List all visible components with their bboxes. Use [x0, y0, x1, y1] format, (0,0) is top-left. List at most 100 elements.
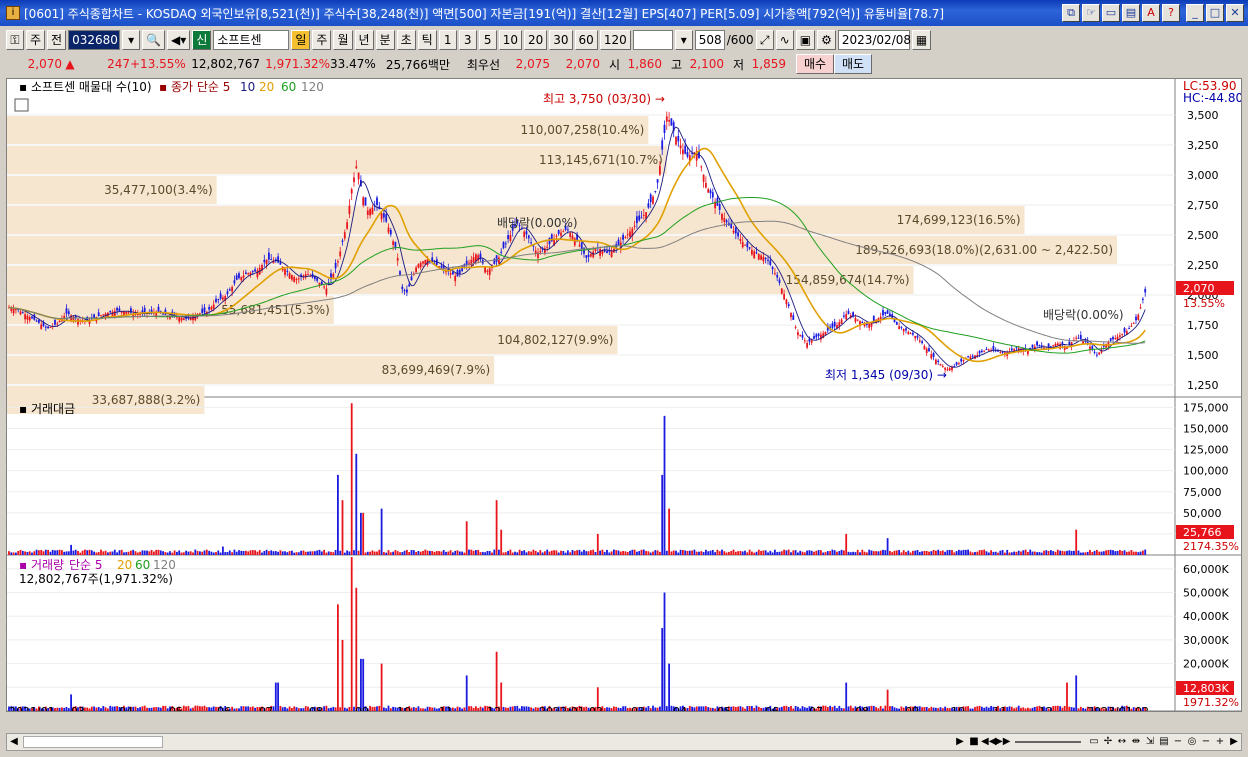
window-icon[interactable]: ▭ — [1102, 4, 1120, 22]
value-bar — [1054, 551, 1057, 555]
volume-bar — [617, 707, 620, 711]
candle-body — [840, 319, 843, 324]
plus-icon[interactable]: + — [1213, 735, 1227, 749]
volume-bar — [1059, 706, 1061, 711]
buy-button[interactable]: 매수 — [796, 54, 834, 74]
help-icon[interactable]: ? — [1162, 4, 1180, 22]
candle-body — [640, 217, 643, 219]
zoom-fit-icon[interactable]: ◎ — [1185, 735, 1199, 749]
dropdown2-icon[interactable]: ▾ — [674, 30, 693, 50]
zoom-icon[interactable]: ⤢ — [755, 30, 774, 50]
search-icon[interactable]: 🔍 — [142, 30, 166, 50]
candle-body — [1054, 343, 1057, 347]
value-bar — [981, 550, 983, 555]
candle-body — [999, 351, 1002, 353]
sell-button[interactable]: 매도 — [834, 54, 872, 74]
volume-bar — [1020, 707, 1022, 711]
num-3[interactable]: 3 — [458, 30, 477, 50]
link-icon[interactable]: ⧉ — [1062, 4, 1080, 22]
play-icon[interactable]: ▶ — [953, 735, 967, 749]
candle-body — [49, 326, 52, 328]
scroll-left-icon[interactable]: ◀ — [7, 735, 21, 749]
candle-body — [341, 240, 344, 242]
volume-bar — [251, 706, 254, 711]
chart-svg[interactable]: 110,007,258(10.4%) 113,145,671(10.7%) 35,4… — [7, 79, 1241, 711]
volume-bar — [886, 689, 889, 711]
value-bar — [1010, 552, 1013, 555]
scrollbar-thumb[interactable] — [23, 736, 163, 748]
minus-icon[interactable]: − — [1199, 735, 1213, 749]
hand-icon[interactable]: ☞ — [1082, 4, 1100, 22]
value-bar — [739, 550, 742, 555]
stock-name[interactable]: 소프트센 — [213, 30, 290, 50]
rewind-icon[interactable]: ◀◀ — [981, 735, 996, 749]
forward-icon[interactable]: ▶▶ — [995, 735, 1010, 749]
period-second[interactable]: 초 — [396, 30, 416, 50]
candle-body — [617, 239, 620, 246]
font-icon[interactable]: A — [1142, 4, 1160, 22]
print-icon[interactable]: ▤ — [1122, 4, 1140, 22]
speed-slider[interactable] — [1015, 741, 1081, 743]
expand-icon[interactable]: ⇲ — [1143, 735, 1157, 749]
volume-bar — [824, 705, 827, 711]
zoom-out-icon[interactable]: − — [1171, 735, 1185, 749]
value-bar — [585, 551, 588, 555]
close-icon[interactable]: ✕ — [1226, 4, 1244, 22]
candle-body — [557, 230, 560, 234]
candle-body — [116, 307, 118, 311]
save-icon[interactable]: ▣ — [795, 30, 816, 50]
count-input[interactable]: 508 — [694, 30, 725, 50]
scroll-right-icon[interactable]: ▶ — [1227, 735, 1241, 749]
candle-body — [1123, 327, 1126, 333]
period-input[interactable] — [632, 30, 673, 50]
value-bar — [226, 551, 229, 555]
num-60[interactable]: 60 — [574, 30, 598, 50]
num-120[interactable]: 120 — [599, 30, 631, 50]
prev-button[interactable]: 전 — [47, 30, 67, 50]
num-10[interactable]: 10 — [498, 30, 522, 50]
dropdown-icon[interactable]: ▾ — [122, 30, 141, 50]
split-icon[interactable]: ⇹ — [1129, 735, 1143, 749]
grid-icon[interactable]: ▭ — [1087, 735, 1101, 749]
calendar-icon[interactable]: ▦ — [911, 30, 932, 50]
period-week[interactable]: 주 — [312, 30, 332, 50]
num-5[interactable]: 5 — [478, 30, 497, 50]
period-month[interactable]: 월 — [333, 30, 353, 50]
lock-icon[interactable]: ⚿ — [6, 30, 24, 50]
period-year[interactable]: 년 — [354, 30, 374, 50]
maximize-icon[interactable]: □ — [1206, 4, 1224, 22]
candle-body — [845, 313, 848, 320]
line-icon[interactable]: ∿ — [775, 30, 794, 50]
num-20[interactable]: 20 — [523, 30, 548, 50]
candle-body — [935, 359, 937, 365]
settings-icon[interactable]: ⚙ — [817, 30, 836, 50]
type-select[interactable]: 주 — [26, 30, 46, 50]
candle-body — [677, 136, 680, 142]
candle-body — [293, 277, 296, 283]
candle-body — [1128, 328, 1130, 330]
value-bar — [884, 550, 887, 555]
volume-bar — [780, 706, 783, 711]
num-30[interactable]: 30 — [549, 30, 573, 50]
period-tick[interactable]: 틱 — [417, 30, 437, 50]
code-input[interactable]: 032680 — [68, 30, 121, 50]
candle-body — [498, 257, 500, 264]
num-1[interactable]: 1 — [438, 30, 457, 50]
speaker-icon[interactable]: ◀▾ — [167, 30, 191, 50]
arrows-icon[interactable]: ↔ — [1115, 735, 1129, 749]
minimize-icon[interactable]: _ — [1186, 4, 1204, 22]
stop-icon[interactable]: ■ — [967, 735, 981, 749]
chart-area[interactable]: 110,007,258(10.4%) 113,145,671(10.7%) 35,4… — [6, 78, 1242, 712]
value-bar — [143, 550, 146, 555]
layout-icon[interactable]: ▤ — [1157, 735, 1171, 749]
volume-bar — [514, 706, 516, 711]
period-day[interactable]: 일 — [291, 30, 311, 50]
date-input[interactable]: 2023/02/08 — [837, 30, 911, 50]
candle-body — [587, 254, 590, 258]
candle-body — [332, 273, 335, 278]
value-bar — [1059, 550, 1061, 555]
period-minute[interactable]: 분 — [375, 30, 395, 50]
value-bar — [42, 551, 45, 555]
value-bar — [176, 551, 178, 555]
cross-icon[interactable]: ✢ — [1101, 735, 1115, 749]
